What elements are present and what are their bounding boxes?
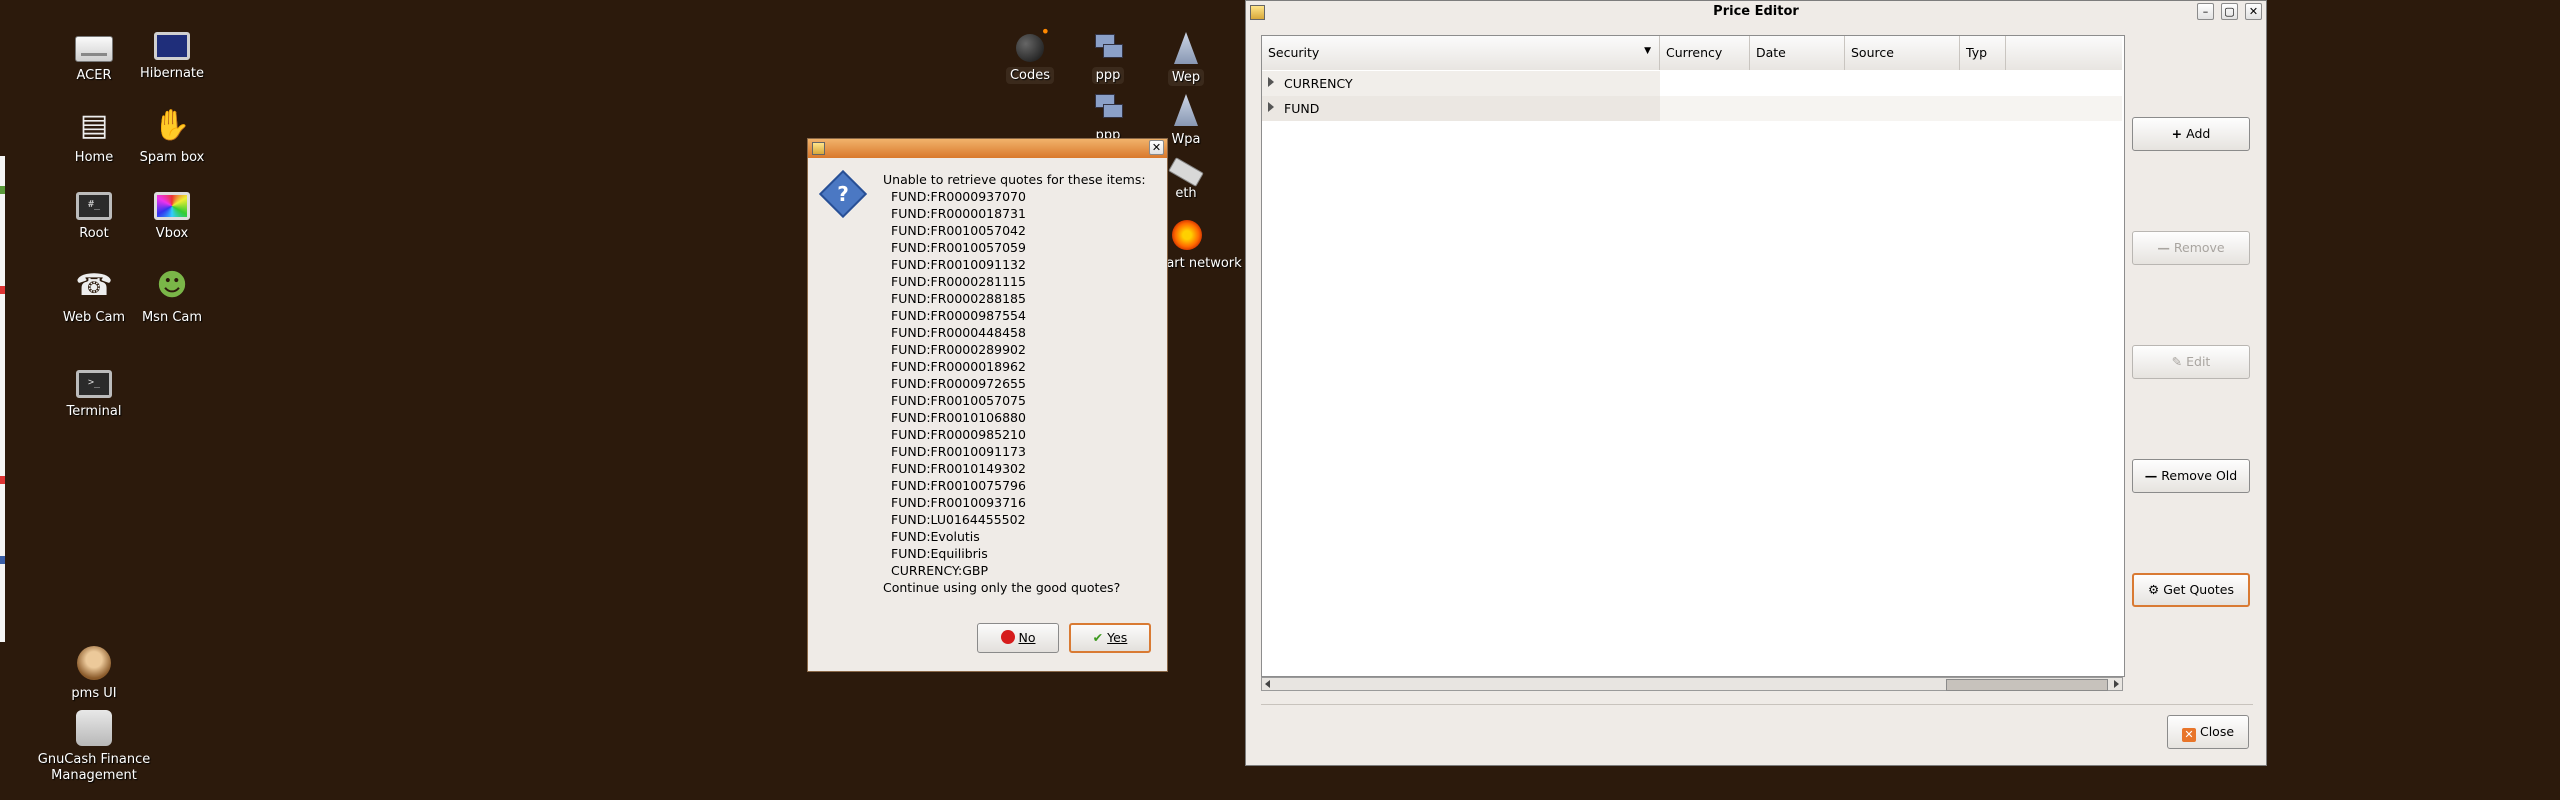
tree-row-fund[interactable]: FUND (1262, 96, 2122, 121)
failed-quote-item: FUND:FR0000289902 (891, 342, 1026, 357)
no-icon (1000, 630, 1015, 644)
remove-button[interactable]: — Remove (2132, 231, 2250, 265)
failed-quote-item: FUND:FR0010091132 (891, 257, 1026, 272)
failed-quote-item: FUND:FR0010075796 (891, 478, 1026, 493)
failed-quote-item: FUND:FR0010091173 (891, 444, 1026, 459)
folder-icon: ▤ (79, 108, 109, 143)
edit-icon: ✎ (2171, 354, 2183, 369)
desktop-icon-msn-cam[interactable]: ☻ Msn Cam (124, 268, 220, 326)
plus-icon: + (2171, 126, 2183, 141)
minimize-button[interactable]: – (2197, 3, 2214, 20)
failed-quote-item: FUND:FR0010106880 (891, 410, 1026, 425)
hand-icon: ✋ (153, 108, 191, 143)
terminal-icon: #_ (76, 192, 112, 220)
desktop-icon-vbox[interactable]: Vbox (124, 188, 220, 242)
yes-button[interactable]: ✔ Yes (1069, 623, 1151, 653)
terminal-icon: >_ (76, 370, 112, 398)
failed-quote-item: FUND:FR0000288185 (891, 291, 1026, 306)
horizontal-scrollbar[interactable] (1261, 677, 2123, 691)
add-button[interactable]: + Add (2132, 117, 2250, 151)
desktop-icon-wep[interactable]: Wep (1138, 28, 1234, 86)
minus-icon: — (2157, 240, 2170, 255)
failed-quote-item: FUND:FR0000987554 (891, 308, 1026, 323)
dialog-message: Unable to retrieve quotes for these item… (883, 171, 1146, 596)
expander-arrow-icon[interactable] (1268, 77, 1274, 87)
column-header-filler (2006, 36, 2122, 70)
failed-quote-item: FUND:FR0000281115 (891, 274, 1026, 289)
desktop-icon-spam-box[interactable]: ✋ Spam box (124, 108, 220, 166)
edit-button[interactable]: ✎ Edit (2132, 345, 2250, 379)
window-title: Price Editor (1713, 4, 1799, 19)
usb-icon (1168, 157, 1204, 187)
tree-row-currency[interactable]: CURRENCY (1262, 71, 2122, 96)
monitor-icon (154, 32, 190, 60)
failed-quote-item: FUND:Evolutis (891, 529, 980, 544)
screen-edge-strip (0, 156, 5, 642)
dialog-close-button[interactable]: ✕ (1149, 140, 1164, 155)
dialog-titlebar[interactable]: ✕ (808, 139, 1167, 158)
wireless-tower-icon (1174, 94, 1198, 126)
desktop-icon-hibernate[interactable]: Hibernate (124, 28, 220, 82)
failed-quote-item: FUND:FR0000972655 (891, 376, 1026, 391)
close-button[interactable]: ✕ Close (2167, 715, 2249, 749)
monkey-icon (77, 646, 111, 680)
failed-quote-item: FUND:Equilibris (891, 546, 988, 561)
failed-quote-item: FUND:FR0000937070 (891, 189, 1026, 204)
column-header-source[interactable]: Source (1845, 36, 1960, 70)
failed-quote-item: FUND:FR0000018962 (891, 359, 1026, 374)
failed-quote-item: FUND:FR0010057042 (891, 223, 1026, 238)
bomb-icon (1016, 24, 1050, 62)
desktop-icon-terminal[interactable]: >_ Terminal (46, 366, 142, 420)
failed-quote-item: FUND:FR0010149302 (891, 461, 1026, 476)
failed-quote-item: FUND:FR0000985210 (891, 427, 1026, 442)
question-icon: ? (818, 169, 868, 219)
dialog-message-text: Unable to retrieve quotes for these item… (883, 172, 1146, 187)
failed-quote-item: FUND:FR0000448458 (891, 325, 1026, 340)
price-tree-view[interactable]: Security ▼ Currency Date Source Typ CURR… (1261, 35, 2125, 677)
minus-icon: — (2144, 468, 2158, 483)
scroll-left-arrow-icon[interactable] (1265, 680, 1270, 688)
column-header-currency[interactable]: Currency (1660, 36, 1750, 70)
msn-icon: ☻ (156, 268, 188, 303)
wireless-tower-icon (1174, 32, 1198, 64)
network-icon (1093, 92, 1123, 122)
column-header-date[interactable]: Date (1750, 36, 1845, 70)
checkmark-icon: ✔ (1092, 630, 1104, 645)
maximize-button[interactable]: ▢ (2221, 3, 2238, 20)
close-icon: ✕ (2181, 728, 2196, 742)
network-icon (1093, 32, 1123, 62)
sort-arrow-icon: ▼ (1644, 46, 1651, 56)
desktop-icon-gnucash[interactable]: GnuCash Finance Management (36, 710, 152, 784)
get-quotes-button[interactable]: ⚙ Get Quotes (2132, 573, 2250, 607)
gears-icon: ⚙ (2148, 582, 2160, 597)
separator (1261, 704, 2253, 705)
failed-quote-item: FUND:FR0000018731 (891, 206, 1026, 221)
price-editor-window: Price Editor – ▢ ✕ Security ▼ Currency D… (1245, 0, 2267, 766)
failed-quote-item: CURRENCY:GBP (891, 563, 988, 578)
window-menu-icon[interactable] (812, 142, 825, 155)
webcam-icon: ☎ (75, 268, 113, 303)
close-window-button[interactable]: ✕ (2245, 3, 2262, 20)
failed-quote-item: FUND:FR0010093716 (891, 495, 1026, 510)
remove-old-button[interactable]: — Remove Old (2132, 459, 2250, 493)
gnucash-icon (76, 710, 112, 746)
no-button[interactable]: No (977, 623, 1059, 653)
flame-icon (1172, 220, 1202, 250)
failed-quote-item: FUND:FR0010057059 (891, 240, 1026, 255)
price-editor-titlebar[interactable]: Price Editor – ▢ ✕ (1246, 1, 2266, 23)
quote-error-dialog: ✕ ? Unable to retrieve quotes for these … (807, 138, 1168, 672)
failed-quote-item: FUND:FR0010057075 (891, 393, 1026, 408)
scroll-right-arrow-icon[interactable] (2114, 680, 2119, 688)
scrollbar-thumb[interactable] (1946, 679, 2108, 691)
desktop-icon-pms-ui[interactable]: pms UI (46, 646, 142, 702)
column-header-security[interactable]: Security ▼ (1262, 36, 1660, 70)
failed-quote-item: FUND:LU0164455502 (891, 512, 1026, 527)
virtualbox-icon (154, 192, 190, 220)
dialog-question: Continue using only the good quotes? (883, 580, 1121, 595)
drive-icon (75, 36, 113, 62)
expander-arrow-icon[interactable] (1268, 102, 1274, 112)
column-header-type[interactable]: Typ (1960, 36, 2006, 70)
